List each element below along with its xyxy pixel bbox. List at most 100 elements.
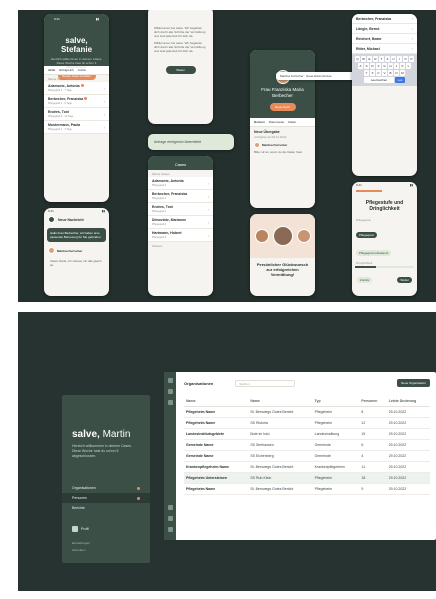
column-header[interactable]: Letzte Änderung xyxy=(386,396,430,407)
list-item[interactable]: Endres, Toni Pflegegrad 4 · 12 Tage › xyxy=(44,108,109,121)
key[interactable]: D xyxy=(370,63,375,69)
list-item[interactable]: Adamovic, Antonia Pflegegrad 3 › xyxy=(148,177,213,190)
list-item[interactable]: Adamovic, Antonia Pflegegrad 3 · 7 Tage › xyxy=(44,82,109,95)
contact-item[interactable]: Berbecher, Franziska › xyxy=(352,14,417,24)
table-cell: Gemeinde xyxy=(312,450,360,462)
column-header[interactable]: Name xyxy=(248,396,313,407)
logout-icon[interactable] xyxy=(167,527,173,532)
search-input[interactable]: Suchen xyxy=(235,379,296,387)
note-card[interactable]: Neue Übergabe verfügbar ab 09.11.2022 Ma… xyxy=(250,127,315,157)
column-header[interactable]: Name xyxy=(184,396,249,407)
key[interactable]: O xyxy=(403,56,408,62)
status-dot xyxy=(80,84,84,87)
key[interactable]: X xyxy=(370,70,375,76)
list-item[interactable]: Mustermann, Paula Pflegegrad 1 · 3 Tage › xyxy=(44,121,109,134)
org-icon[interactable] xyxy=(167,389,173,394)
contact-item[interactable]: Ritter, Michael › xyxy=(352,44,417,54)
list-item[interactable]: Hartmann, Hubert Pflegegrad 3 › xyxy=(148,229,213,242)
key[interactable]: R xyxy=(373,56,378,62)
list-item[interactable]: Berbecher, Franziska Pflegegrad 2 · 9 Tag… xyxy=(44,95,109,108)
table-toolbar: Organisationen Suchen Neue Organisation xyxy=(184,378,430,388)
sidebar-nav: Organisationen Personen Berichte xyxy=(62,483,150,513)
table-row[interactable]: Pflegeheim Untersteinen SS Ruh-Klein Pfleg… xyxy=(184,472,430,484)
phone-icon[interactable] xyxy=(48,216,55,223)
key[interactable]: C xyxy=(376,70,381,76)
tab-notes[interactable]: Notizen xyxy=(254,120,265,124)
list-item[interactable]: Dimoviotz, Marianne Pflegegrad 2 › xyxy=(148,216,213,229)
key[interactable]: F xyxy=(376,63,381,69)
care-option[interactable]: Pflegegrad unbekannt xyxy=(356,250,392,256)
column-header[interactable]: Typ xyxy=(312,396,360,407)
key[interactable]: M xyxy=(400,70,405,76)
key[interactable]: Y xyxy=(364,70,369,76)
key[interactable]: N xyxy=(394,70,399,76)
key[interactable]: A xyxy=(358,63,363,69)
list-item[interactable]: Berbecher, Franziska Pflegegrad 2 › xyxy=(148,190,213,203)
table-row[interactable]: Gemeinde Name SS Seehausen Gemeinde 6 29.10.… xyxy=(184,439,430,451)
home-icon[interactable] xyxy=(167,378,173,383)
tab-data[interactable]: Daten xyxy=(288,120,296,124)
tab-successful[interactable]: Erfolgreich xyxy=(59,68,73,72)
table-row[interactable]: Pflegeheim Name SS Ristoria Pflegeheim 12 29… xyxy=(184,417,430,429)
list-item[interactable]: Endres, Toni Pflegegrad 4 › xyxy=(148,203,213,216)
key[interactable]: W xyxy=(361,56,366,62)
key[interactable]: U xyxy=(391,56,396,62)
table-row[interactable]: Landesinstitutsgebiete Bote sh ha/c Landes… xyxy=(184,428,430,440)
key[interactable]: V xyxy=(382,70,387,76)
tab-archive[interactable]: Archiv xyxy=(78,68,86,72)
key[interactable]: E xyxy=(367,56,372,62)
table-cell: 12 xyxy=(359,417,387,429)
key[interactable]: P xyxy=(409,56,414,62)
case-name: Adamovic, Antonia xyxy=(48,84,80,88)
table-row[interactable]: Pflegeheim Name St. Bernwegs Gutes Berich… xyxy=(184,406,430,418)
back-button[interactable]: Zurück xyxy=(357,277,373,283)
logout-link[interactable]: Abmelden xyxy=(62,548,150,555)
settings-link[interactable]: Einstellungen xyxy=(62,535,150,548)
table-row[interactable]: Krankenpflegeheim Name St. Bernwegs Gutes… xyxy=(184,461,430,473)
tab-active[interactable]: Aktiv xyxy=(48,68,55,72)
sidebar-item[interactable]: Berichte xyxy=(62,503,150,513)
key[interactable]: S xyxy=(364,63,369,69)
key[interactable]: L xyxy=(406,63,411,69)
case-meta: Pflegegrad 1 · 3 Tage xyxy=(48,128,72,131)
page-title: Organisationen xyxy=(184,380,214,386)
case-meta: Pflegegrad 3 xyxy=(152,184,167,187)
table-row[interactable]: Pflegeheim Name St. Bernwegs Gutes Berich… xyxy=(184,483,430,495)
report-icon[interactable] xyxy=(167,516,173,521)
urgency-slider[interactable] xyxy=(352,266,417,268)
key[interactable]: H xyxy=(388,63,393,69)
new-organisation-button[interactable]: Neue Organisation xyxy=(396,379,430,387)
key[interactable]: T xyxy=(379,56,384,62)
table-cell: St. Bernwegs Gutes Bericht xyxy=(248,406,313,418)
table-row[interactable]: Gemeinde Name SS Eichenberg Gemeinde 4 29.10… xyxy=(184,450,430,462)
key[interactable]: G xyxy=(382,63,387,69)
table-cell: Landesinstitung xyxy=(312,428,360,440)
key[interactable]: B xyxy=(388,70,393,76)
column-header[interactable]: Personen xyxy=(359,396,387,407)
new-note-button[interactable]: Neue Notiz xyxy=(269,103,296,111)
contact-item[interactable]: Längle, Bernd › xyxy=(352,24,417,34)
people-icon[interactable] xyxy=(167,400,173,405)
user-menu[interactable]: Profil xyxy=(62,523,150,535)
list-header: Cases xyxy=(148,156,213,170)
continue-button[interactable]: Weiter xyxy=(165,66,196,74)
key[interactable]: Q xyxy=(355,56,360,62)
notification-toast[interactable]: Martina Furtscher · Neue Erkenntnisse xyxy=(276,72,356,80)
space-key[interactable]: Leerzeichen xyxy=(364,77,394,83)
key[interactable]: K xyxy=(400,63,405,69)
go-key[interactable]: Los xyxy=(395,77,405,83)
key[interactable]: Z xyxy=(385,56,390,62)
profile-name: Frau Franziska Maria Berbecher xyxy=(261,87,304,98)
sidebar-item-label: Personen xyxy=(72,496,87,500)
contact-item[interactable]: Reichert, Beate › xyxy=(352,34,417,44)
sidebar-item[interactable]: Personen xyxy=(62,493,150,503)
settings-icon[interactable] xyxy=(167,505,173,510)
sidebar-item[interactable]: Organisationen xyxy=(62,483,150,493)
chat-screen: 9:41 ▮▮ Neue Nachricht Hallo Frau Berbech… xyxy=(44,208,109,296)
tab-documents[interactable]: Dokumente xyxy=(269,120,284,124)
key[interactable]: J xyxy=(394,63,399,69)
next-button[interactable]: Weiter xyxy=(397,277,412,283)
key[interactable]: I xyxy=(397,56,402,62)
care-option[interactable]: Pflegegrad xyxy=(356,232,377,238)
table-cell: 4 xyxy=(359,450,387,462)
